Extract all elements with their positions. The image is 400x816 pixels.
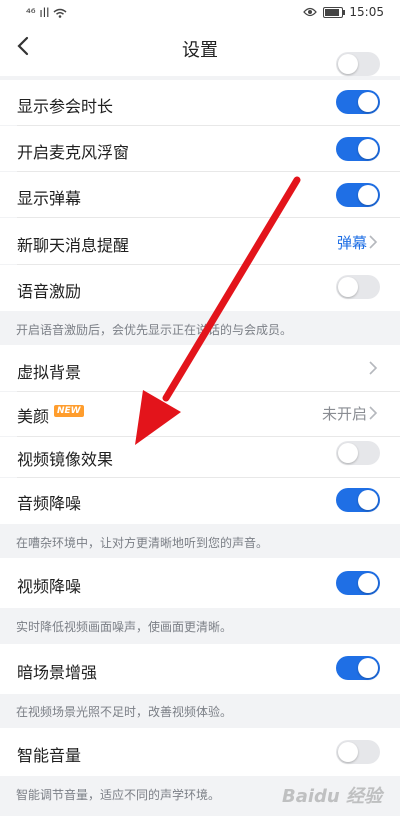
row-label: 音频降噪 — [17, 494, 82, 513]
chevron-right-icon — [369, 406, 378, 420]
toggle-video-mirror[interactable] — [336, 441, 380, 465]
toggle-voice-excite[interactable] — [336, 275, 380, 299]
note-audio-denoise: 在嘈杂环境中，让对方更清晰地听到您的声音。 — [0, 524, 400, 558]
status-bar: ⁴⁶ ıll 15:05 — [0, 0, 400, 26]
toggle-switch[interactable] — [336, 52, 380, 76]
wifi-icon — [53, 8, 67, 18]
toggle-smart-volume[interactable] — [336, 740, 380, 764]
eye-icon — [303, 7, 318, 17]
row-voice-excite[interactable]: 语音激励 — [0, 265, 400, 311]
row-danmaku[interactable]: 显示弹幕 — [0, 172, 400, 217]
row-show-duration[interactable]: 显示参会时长 — [0, 80, 400, 125]
chevron-right-icon — [369, 361, 378, 375]
note-dark-enhance: 在视频场景光照不足时，改善视频体验。 — [0, 694, 400, 728]
note-voice-excite: 开启语音激励后，会优先显示正在说话的与会成员。 — [0, 311, 400, 345]
toggle-show-duration[interactable] — [336, 90, 380, 114]
row-dark-enhance[interactable]: 暗场景增强 — [0, 644, 400, 694]
row-mic-float[interactable]: 开启麦克风浮窗 — [0, 126, 400, 171]
toggle-audio-denoise[interactable] — [336, 488, 380, 512]
row-label: 显示弹幕 — [17, 189, 82, 208]
row-label: 虚拟背景 — [17, 363, 82, 382]
row-beauty[interactable]: 美颜 NEW 未开启 — [0, 392, 400, 436]
row-label: 语音激励 — [17, 282, 82, 301]
row-label: 暗场景增强 — [17, 663, 98, 682]
row-label: 智能音量 — [17, 746, 82, 765]
settings-row-partial — [0, 52, 400, 76]
row-label: 视频镜像效果 — [17, 450, 114, 469]
row-label: 新聊天消息提醒 — [17, 236, 130, 255]
row-virtual-bg[interactable]: 虚拟背景 — [0, 345, 400, 391]
watermark: Baidu 经验 — [281, 786, 382, 807]
row-video-mirror[interactable]: 视频镜像效果 — [0, 437, 400, 477]
toggle-danmaku[interactable] — [336, 183, 380, 207]
toggle-video-denoise[interactable] — [336, 571, 380, 595]
battery-icon — [323, 6, 346, 18]
row-label: 显示参会时长 — [17, 97, 114, 116]
clock: 15:05 — [349, 5, 384, 19]
chat-reminder-value: 弹幕 — [336, 234, 367, 252]
new-badge: NEW — [54, 405, 84, 417]
row-chat-reminder[interactable]: 新聊天消息提醒 弹幕 — [0, 218, 400, 264]
status-right: 15:05 — [303, 5, 384, 19]
row-smart-volume[interactable]: 智能音量 — [0, 728, 400, 776]
toggle-dark-enhance[interactable] — [336, 656, 380, 680]
note-video-denoise: 实时降低视频画面噪声，使画面更清晰。 — [0, 608, 400, 644]
row-video-denoise[interactable]: 视频降噪 — [0, 558, 400, 608]
row-label: 美颜 — [17, 407, 50, 426]
row-label: 开启麦克风浮窗 — [17, 143, 130, 162]
row-audio-denoise[interactable]: 音频降噪 — [0, 478, 400, 524]
chevron-right-icon — [369, 235, 378, 249]
toggle-mic-float[interactable] — [336, 137, 380, 161]
row-label: 视频降噪 — [17, 577, 82, 596]
signal-indicators: ⁴⁶ ıll — [26, 6, 67, 20]
signal-icon: ⁴⁶ ıll — [26, 6, 50, 20]
beauty-value: 未开启 — [321, 405, 367, 423]
